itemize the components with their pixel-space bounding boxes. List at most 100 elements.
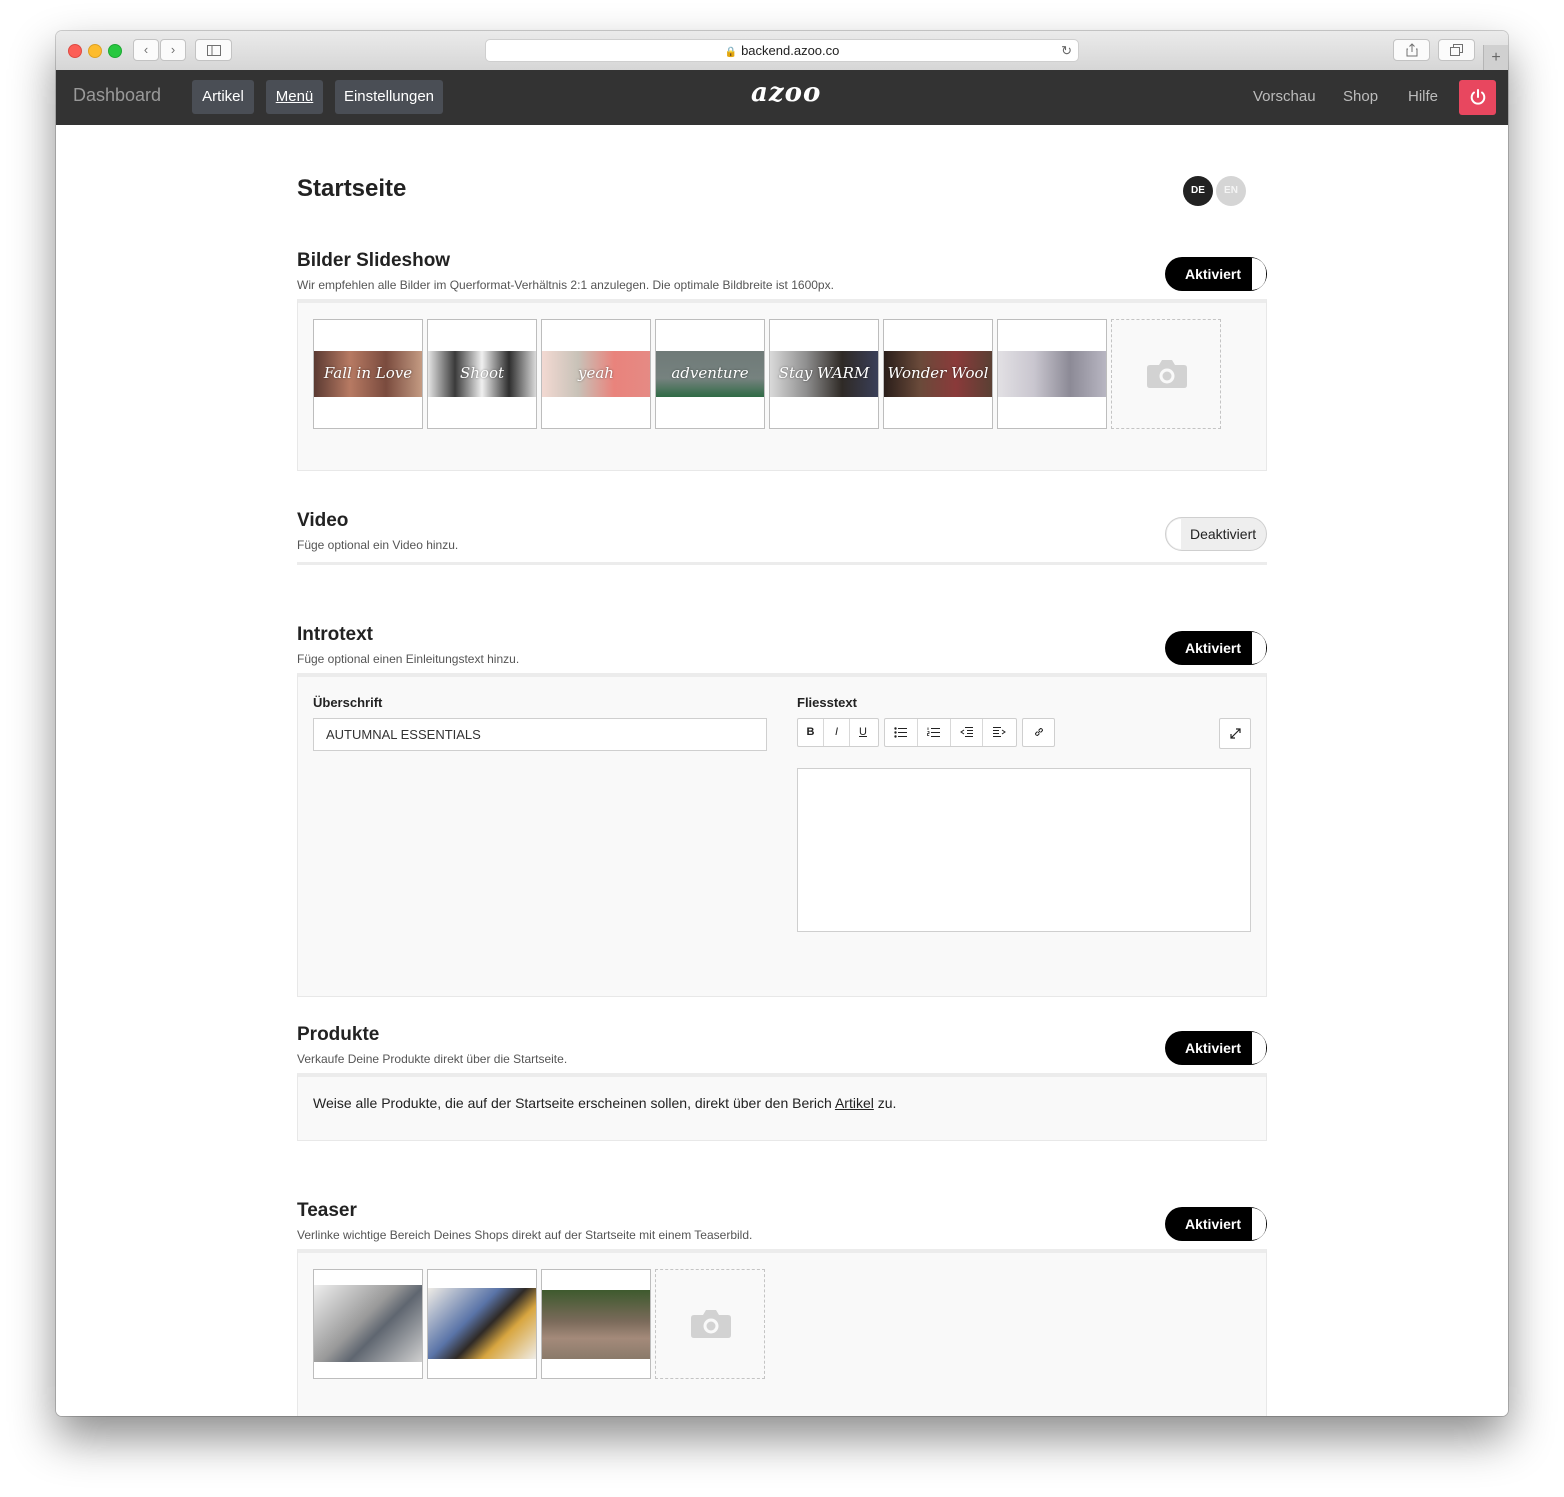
artikel-link[interactable]: Artikel [835, 1095, 874, 1111]
video-toggle[interactable]: Deaktiviert [1165, 517, 1267, 551]
slideshow-caption: Wonder Wool [887, 364, 989, 382]
video-title: Video [297, 510, 349, 531]
language-en-button[interactable]: EN [1216, 176, 1246, 206]
back-button[interactable]: ‹ [133, 39, 159, 61]
list-toolbar [884, 718, 1017, 747]
nav-artikel[interactable]: Artikel [192, 80, 254, 114]
underline-button[interactable]: U [850, 719, 876, 746]
sidebar-icon [206, 45, 221, 56]
outdent-icon [959, 727, 973, 737]
add-slideshow-image-button[interactable] [1111, 319, 1221, 429]
outdent-button[interactable] [951, 719, 984, 746]
toggle-knob [1167, 519, 1181, 549]
introtext-toggle-label: Aktiviert [1185, 640, 1242, 656]
nav-menu-label: Menü [275, 88, 314, 105]
slideshow-caption: Fall in Love [323, 364, 413, 382]
heading-field-label: Überschrift [313, 695, 383, 710]
power-icon [1470, 89, 1485, 105]
slideshow-caption: adventure [671, 364, 749, 382]
teaser-image-3[interactable] [541, 1269, 651, 1379]
nav-shop[interactable]: Shop [1343, 88, 1378, 105]
teaser-description: Verlinke wichtige Bereich Deines Shops d… [297, 1228, 753, 1242]
toggle-knob [1252, 632, 1266, 664]
chevron-right-icon: › [170, 42, 176, 57]
sidebar-toggle-button[interactable] [195, 39, 232, 61]
slideshow-toggle[interactable]: Aktiviert [1165, 257, 1267, 291]
toggle-knob [1252, 1208, 1266, 1240]
share-button[interactable] [1393, 39, 1430, 61]
introtext-panel: Überschrift AUTUMNAL ESSENTIALS Fliesste… [297, 673, 1267, 997]
video-divider [297, 562, 1267, 565]
tabs-overview-button[interactable] [1438, 39, 1475, 61]
language-de-button[interactable]: DE [1183, 176, 1213, 206]
slideshow-image-6[interactable]: Wonder Wool [883, 319, 993, 429]
produkte-description: Verkaufe Deine Produkte direkt über die … [297, 1052, 568, 1066]
slideshow-image-4[interactable]: adventure [655, 319, 765, 429]
introtext-toggle[interactable]: Aktiviert [1165, 631, 1267, 665]
numbered-list-button[interactable] [918, 719, 951, 746]
numbered-list-icon [927, 727, 941, 737]
zoom-window-button[interactable] [108, 44, 122, 58]
address-url: backend.azoo.co [741, 43, 840, 58]
logout-button[interactable] [1459, 80, 1496, 115]
teaser-photo [428, 1288, 536, 1359]
close-window-button[interactable] [68, 44, 82, 58]
insert-link-button[interactable] [1023, 719, 1054, 746]
teaser-toggle-label: Aktiviert [1185, 1216, 1242, 1232]
bold-button[interactable]: B [798, 719, 824, 746]
fullscreen-toolbar [1219, 718, 1251, 749]
slideshow-image-1[interactable]: Fall in Love [313, 319, 423, 429]
produkte-panel: Weise alle Produkte, die auf der Startse… [297, 1073, 1267, 1141]
new-tab-button[interactable]: + [1483, 45, 1508, 70]
indent-icon [993, 727, 1007, 737]
add-teaser-image-button[interactable] [655, 1269, 765, 1379]
format-toolbar: B I U [797, 718, 879, 747]
slideshow-image-5[interactable]: Stay WARM [769, 319, 879, 429]
indent-button[interactable] [983, 719, 1016, 746]
slideshow-description: Wir empfehlen alle Bilder im Querformat-… [297, 278, 834, 292]
produkte-info: Weise alle Produkte, die auf der Startse… [313, 1095, 896, 1111]
link-toolbar [1022, 718, 1055, 747]
slideshow-image-7[interactable] [997, 319, 1107, 429]
nav-menu[interactable]: Menü [266, 80, 323, 114]
fullscreen-button[interactable] [1220, 719, 1250, 748]
produkte-title: Produkte [297, 1024, 380, 1045]
expand-icon [1229, 728, 1241, 739]
produkte-info-text: Weise alle Produkte, die auf der Startse… [313, 1095, 835, 1111]
nav-einstellungen[interactable]: Einstellungen [335, 80, 443, 114]
slideshow-image-2[interactable]: Shoot [427, 319, 537, 429]
body-text-editor[interactable] [797, 768, 1251, 932]
slideshow-image-3[interactable]: yeah [541, 319, 651, 429]
teaser-photo [314, 1285, 422, 1362]
lock-icon: 🔒 [724, 47, 738, 58]
slideshow-title: Bilder Slideshow [297, 250, 451, 271]
bullet-list-icon [894, 727, 908, 738]
azoo-logo[interactable]: azoo [751, 78, 821, 108]
slideshow-caption: yeah [578, 364, 614, 382]
reload-icon[interactable]: ↻ [1061, 40, 1072, 61]
camera-icon [691, 1310, 731, 1338]
teaser-title: Teaser [297, 1200, 357, 1221]
plus-icon: + [1491, 49, 1501, 66]
tabs-icon [1450, 44, 1463, 56]
video-description: Füge optional ein Video hinzu. [297, 538, 459, 552]
italic-button[interactable]: I [824, 719, 850, 746]
video-toggle-label: Deaktiviert [1190, 526, 1257, 542]
produkte-toggle[interactable]: Aktiviert [1165, 1031, 1267, 1065]
minimize-window-button[interactable] [88, 44, 102, 58]
nav-hilfe[interactable]: Hilfe [1408, 88, 1438, 105]
main-content: Startseite DE EN Bilder Slideshow Wir em… [56, 125, 1508, 1416]
forward-button[interactable]: › [160, 39, 186, 61]
app-navbar: Dashboard Artikel Menü Einstellungen azo… [56, 70, 1508, 125]
bullet-list-button[interactable] [885, 719, 918, 746]
introtext-description: Füge optional einen Einleitungstext hinz… [297, 652, 520, 666]
teaser-image-1[interactable] [313, 1269, 423, 1379]
toggle-knob [1252, 258, 1266, 290]
teaser-toggle[interactable]: Aktiviert [1165, 1207, 1267, 1241]
slideshow-photo [998, 351, 1106, 397]
nav-dashboard[interactable]: Dashboard [73, 85, 161, 106]
nav-vorschau[interactable]: Vorschau [1253, 88, 1316, 105]
address-bar[interactable]: 🔒 backend.azoo.co ↻ [485, 39, 1079, 62]
teaser-image-2[interactable] [427, 1269, 537, 1379]
heading-input[interactable]: AUTUMNAL ESSENTIALS [313, 718, 767, 751]
